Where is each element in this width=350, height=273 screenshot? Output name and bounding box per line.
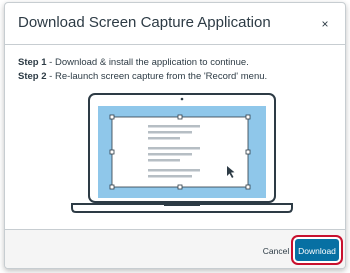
step-2-text: - Re-launch screen capture from the 'Rec… (46, 71, 268, 82)
step-2-label: Step 2 (18, 71, 47, 82)
step-2-instruction: Step 2 - Re-launch screen capture from t… (18, 71, 267, 82)
dialog-body: Step 1 - Download & install the applicat… (5, 46, 345, 229)
step-1-label: Step 1 (18, 57, 47, 68)
dialog-header: Download Screen Capture Application × (5, 3, 345, 45)
close-icon[interactable]: × (317, 16, 333, 32)
dialog-title: Download Screen Capture Application (18, 14, 271, 31)
step-1-instruction: Step 1 - Download & install the applicat… (18, 57, 249, 68)
step-1-text: - Download & install the application to … (46, 57, 249, 68)
dialog-footer: Cancel Download (5, 229, 345, 268)
laptop-illustration (71, 93, 293, 213)
download-button[interactable]: Download (295, 239, 339, 261)
download-dialog: Download Screen Capture Application × St… (4, 2, 346, 269)
cancel-button[interactable]: Cancel (259, 239, 293, 261)
